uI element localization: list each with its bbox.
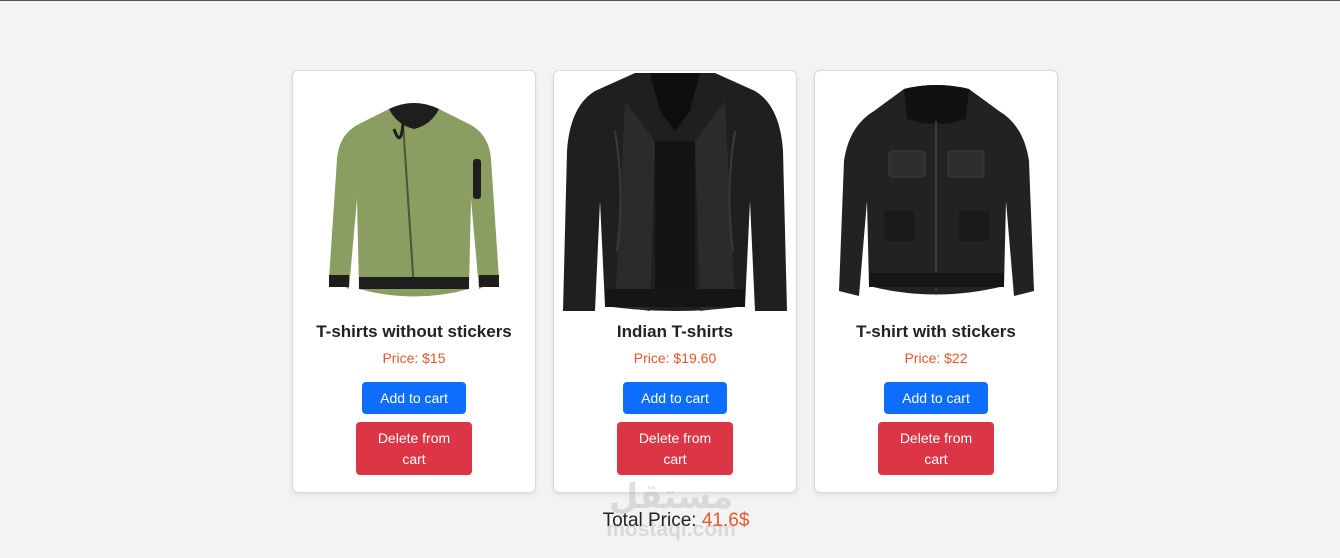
add-to-cart-button[interactable]: Add to cart	[623, 382, 727, 414]
product-image	[815, 71, 1057, 316]
product-card: T-shirt with stickers Price: $22 Add to …	[814, 70, 1058, 493]
product-price: Price: $22	[904, 350, 968, 366]
product-price: Price: $19.60	[633, 350, 717, 366]
delete-from-cart-button[interactable]: Delete from cart	[878, 422, 994, 475]
product-title: T-shirts without stickers	[316, 322, 512, 341]
product-title: Indian T-shirts	[616, 322, 734, 341]
total-price-amount: 41.6$	[701, 510, 750, 531]
total-price-label: Total Price:	[602, 510, 697, 531]
product-image	[554, 71, 796, 316]
product-title: T-shirt with stickers	[856, 322, 1016, 341]
black-leather-jacket-icon	[563, 73, 787, 311]
product-image	[293, 71, 535, 316]
green-bomber-jacket-icon	[329, 102, 499, 296]
product-price: Price: $15	[382, 350, 446, 366]
product-grid: T-shirts without stickers Price: $15 Add…	[292, 70, 1058, 493]
black-field-jacket-icon	[838, 85, 1034, 296]
add-to-cart-button[interactable]: Add to cart	[884, 382, 988, 414]
product-card: T-shirts without stickers Price: $15 Add…	[292, 70, 536, 493]
delete-from-cart-button[interactable]: Delete from cart	[617, 422, 733, 475]
add-to-cart-button[interactable]: Add to cart	[362, 382, 466, 414]
product-card: Indian T-shirts Price: $19.60 Add to car…	[553, 70, 797, 493]
total-price: Total Price: 41.6$	[0, 510, 1340, 532]
delete-from-cart-button[interactable]: Delete from cart	[356, 422, 472, 475]
